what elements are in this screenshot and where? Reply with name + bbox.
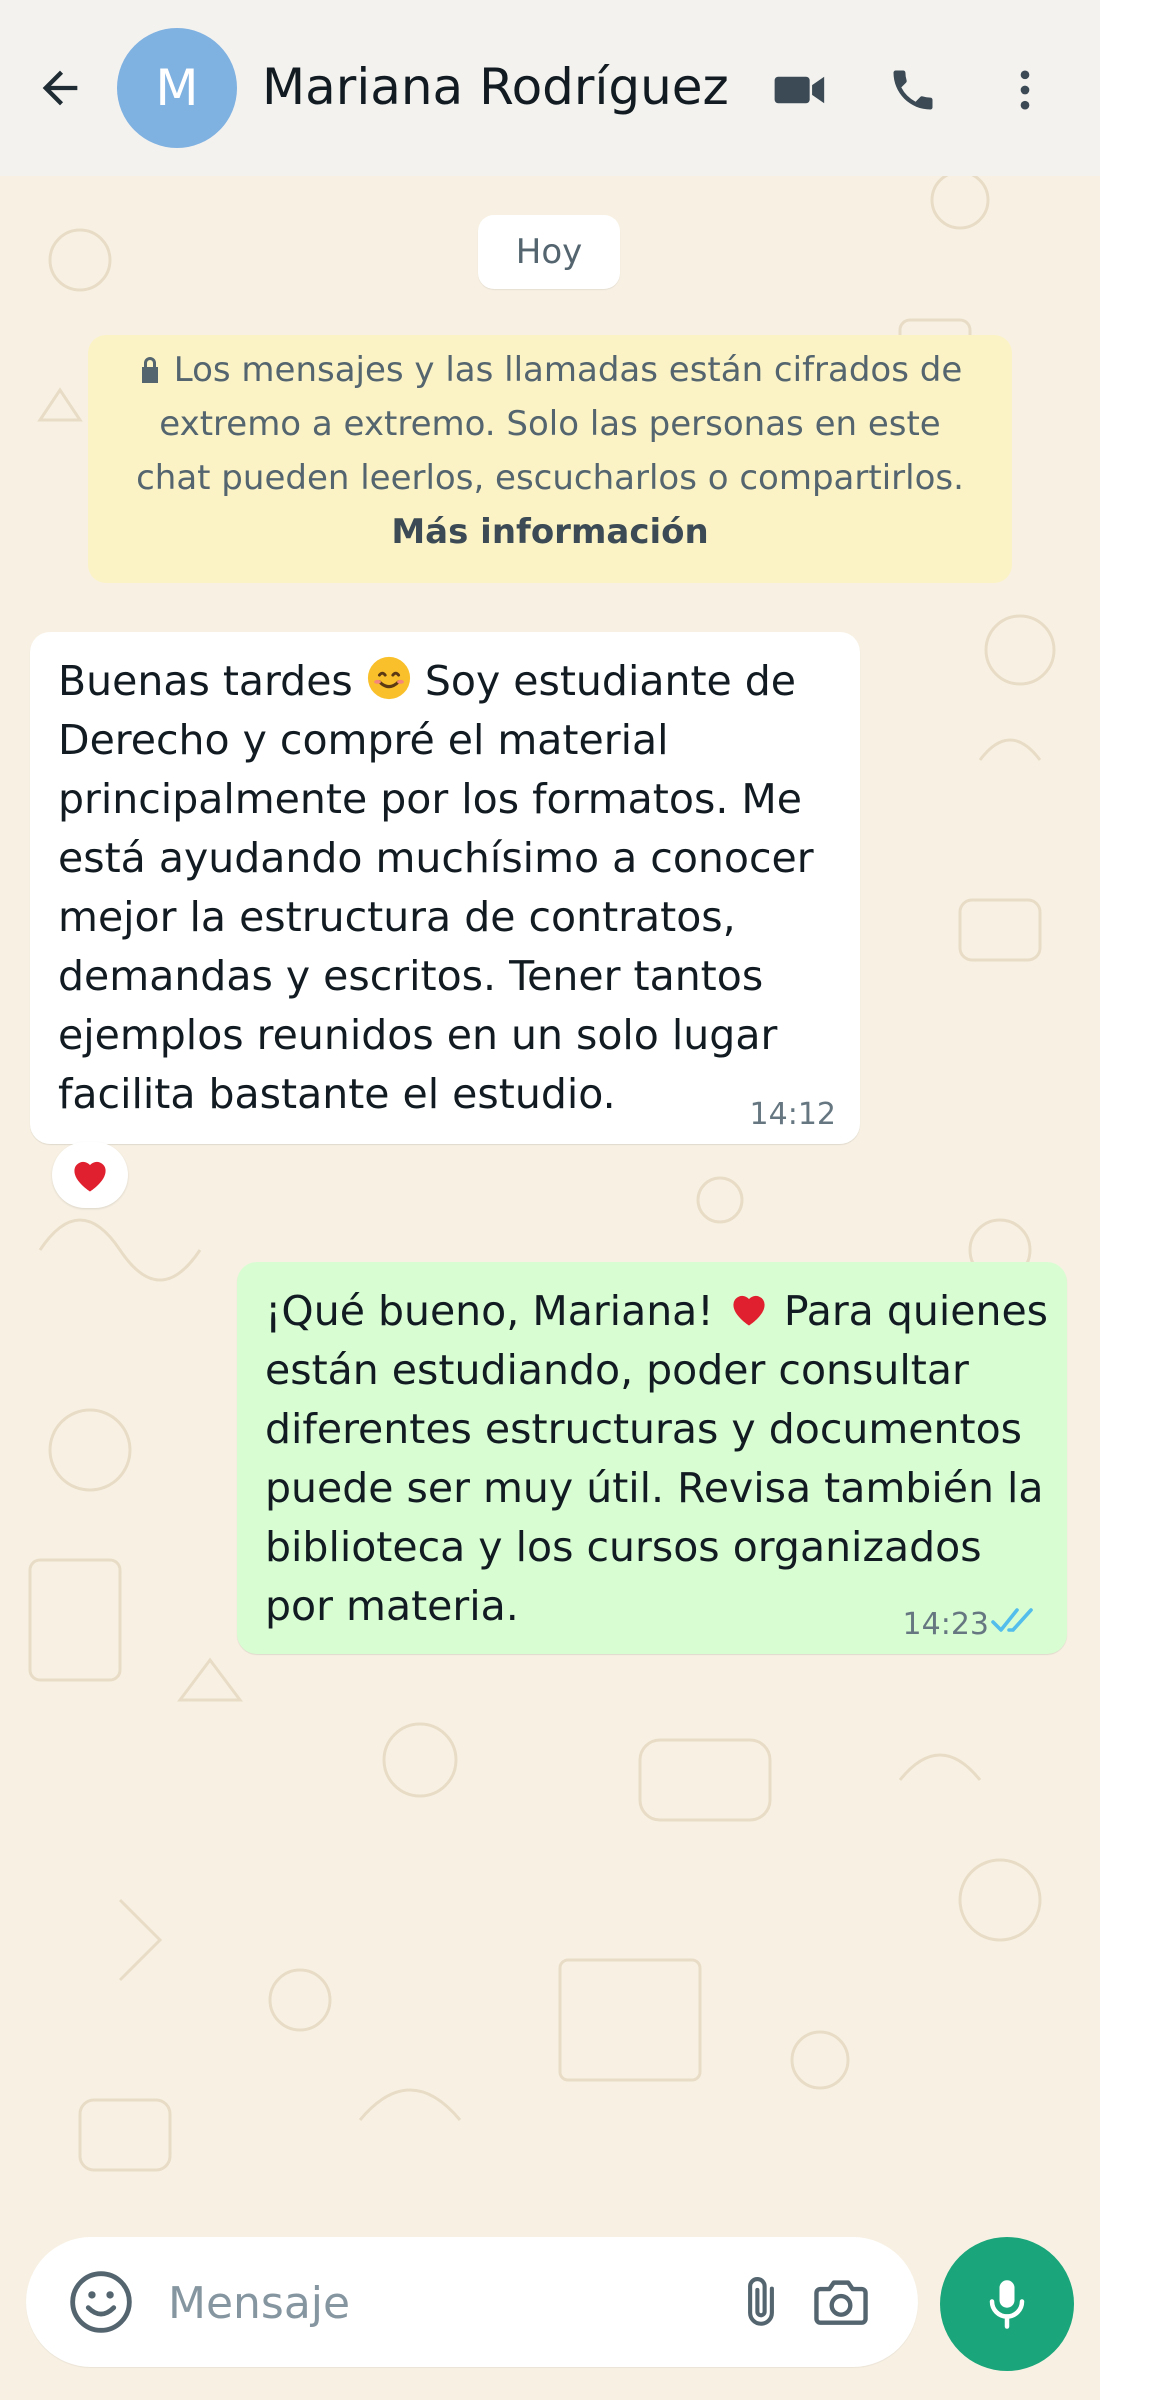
encryption-text-line-2: extremo a extremo. Solo las personas en … [159, 404, 941, 444]
more-options-button[interactable] [990, 55, 1060, 125]
message-input[interactable] [166, 2262, 710, 2344]
avatar-initial: M [155, 59, 199, 117]
double-check-icon [991, 1608, 1033, 1632]
video-camera-icon [774, 76, 825, 104]
incoming-message[interactable]: Buenas tardes Soy estudiante de Derecho … [30, 632, 860, 1144]
attach-button[interactable] [726, 2267, 796, 2337]
message-time: 14:12 [749, 1097, 836, 1132]
back-button[interactable] [28, 56, 92, 120]
message-text: ¡Qué bueno, Mariana! Para quienes están … [265, 1287, 1049, 1630]
message-text: Buenas tardes Soy estudiante de Derecho … [58, 656, 814, 1118]
outgoing-message[interactable]: ¡Qué bueno, Mariana! Para quienes están … [237, 1262, 1067, 1654]
emoji-icon [70, 2271, 132, 2333]
lock-icon [141, 357, 158, 383]
camera-icon [814, 2280, 868, 2325]
encryption-text-1: Los mensajes y las llamadas están cifrad… [173, 350, 963, 390]
camera-button[interactable] [801, 2267, 881, 2337]
date-divider: Hoy [478, 215, 620, 289]
red-heart-icon [74, 1161, 106, 1192]
voice-message-button[interactable] [940, 2237, 1074, 2371]
emoji-button[interactable] [66, 2267, 136, 2337]
message-time: 14:23 [902, 1607, 989, 1642]
red-heart-icon [733, 1295, 765, 1326]
avatar[interactable]: M [117, 28, 237, 148]
encryption-text-line-1: Los mensajes y las llamadas están cifrad… [88, 343, 1012, 397]
chat-header: M Mariana Rodríguez [0, 0, 1100, 176]
more-info-link[interactable]: Más información [88, 505, 1012, 559]
more-vertical-icon [1020, 70, 1030, 110]
smiling-face-icon [367, 656, 410, 700]
message-composer [26, 2237, 918, 2367]
phone-icon [893, 70, 933, 110]
encryption-text-line-3: chat pueden leerlos, escucharlos o compa… [136, 458, 964, 498]
chat-screen: M Mariana Rodríguez Hoy Los mensajes y l… [0, 0, 1100, 2400]
voice-call-button[interactable] [878, 55, 948, 125]
microphone-icon [989, 2280, 1025, 2329]
encryption-notice[interactable]: Los mensajes y las llamadas están cifrad… [88, 335, 1012, 583]
video-call-button[interactable] [765, 55, 835, 125]
contact-name[interactable]: Mariana Rodríguez [262, 58, 729, 116]
message-reaction[interactable] [52, 1142, 128, 1208]
paperclip-icon [748, 2277, 774, 2326]
back-arrow-icon [42, 70, 78, 106]
